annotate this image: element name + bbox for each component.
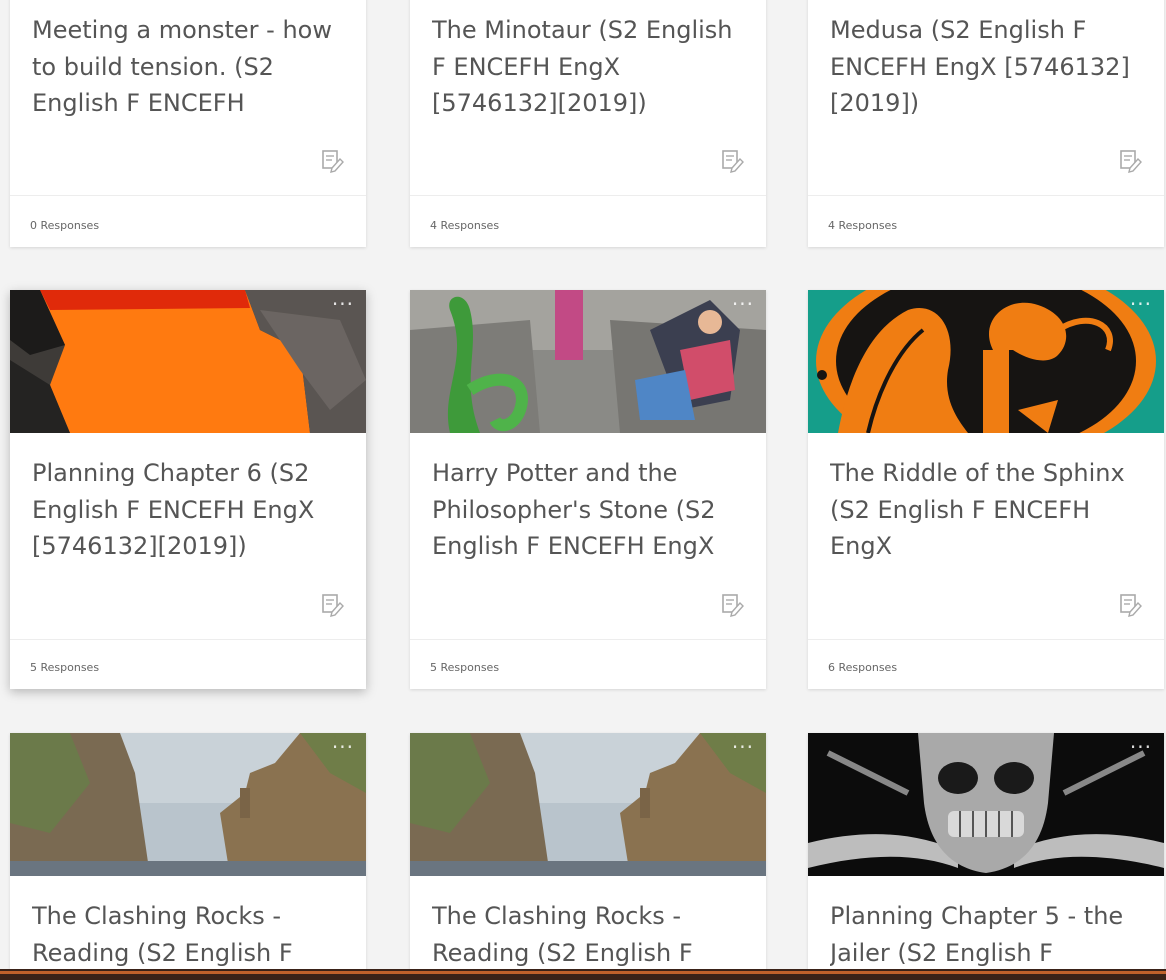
form-card[interactable]: ··· The Clashing Rocks - Reading (S2 Eng… [410,733,766,973]
card-thumbnail-rocks: ··· [410,733,766,876]
card-thumbnail-maze: ··· [410,290,766,433]
card-thumbnail-lava: ··· [10,290,366,433]
card-title[interactable]: The Minotaur (S2 English F ENCEFH EngX [… [432,12,748,122]
note-edit-icon[interactable] [718,590,746,618]
bottom-accent-bar [0,969,1166,980]
note-edit-icon[interactable] [718,146,746,174]
card-divider [410,639,766,640]
card-divider [410,195,766,196]
note-edit-icon[interactable] [1116,590,1144,618]
card-menu-icon[interactable]: ··· [1130,737,1152,757]
response-count: 5 Responses [430,661,500,674]
card-divider [808,195,1164,196]
response-count: 6 Responses [828,661,898,674]
card-menu-icon[interactable]: ··· [332,737,354,757]
accent-line [0,971,1166,974]
card-thumbnail-greek-vase: ··· [808,290,1164,433]
response-count: 0 Responses [30,219,100,232]
card-title[interactable]: The Clashing Rocks - Reading (S2 English… [432,898,748,973]
response-count: 4 Responses [430,219,500,232]
form-card[interactable]: The Minotaur (S2 English F ENCEFH EngX [… [410,0,766,247]
response-count: 4 Responses [828,219,898,232]
form-card[interactable]: ··· The Clashing Rocks - Reading (S2 Eng… [10,733,366,973]
form-card[interactable]: ··· The Riddle of the Sphinx (S2 English… [808,290,1164,689]
card-title[interactable]: Meeting a monster - how to build tension… [32,12,348,122]
form-card[interactable]: ··· Planning Chapter 5 - the Jailer (S2 … [808,733,1164,973]
card-title[interactable]: The Clashing Rocks - Reading (S2 English… [32,898,348,973]
card-title[interactable]: Planning Chapter 6 (S2 English F ENCEFH … [32,455,348,565]
card-title[interactable]: Harry Potter and the Philosopher's Stone… [432,455,748,565]
form-card[interactable]: Medusa (S2 English F ENCEFH EngX [574613… [808,0,1164,247]
form-card[interactable]: Meeting a monster - how to build tension… [10,0,366,247]
card-menu-icon[interactable]: ··· [332,294,354,314]
card-menu-icon[interactable]: ··· [732,294,754,314]
note-edit-icon[interactable] [318,590,346,618]
card-title[interactable]: The Riddle of the Sphinx (S2 English F E… [830,455,1146,565]
card-thumbnail-rocks: ··· [10,733,366,876]
card-divider [808,639,1164,640]
card-title[interactable]: Medusa (S2 English F ENCEFH EngX [574613… [830,12,1146,122]
forms-grid: Meeting a monster - how to build tension… [0,0,1166,980]
card-divider [10,195,366,196]
card-thumbnail-skull: ··· [808,733,1164,876]
card-title[interactable]: Planning Chapter 5 - the Jailer (S2 Engl… [830,898,1146,973]
card-menu-icon[interactable]: ··· [1130,294,1152,314]
card-divider [10,639,366,640]
response-count: 5 Responses [30,661,100,674]
form-card[interactable]: ··· Planning Chapter 6 (S2 English F ENC… [10,290,366,689]
form-card[interactable]: ··· Harry Potter and the Philosopher's S… [410,290,766,689]
note-edit-icon[interactable] [1116,146,1144,174]
card-menu-icon[interactable]: ··· [732,737,754,757]
note-edit-icon[interactable] [318,146,346,174]
